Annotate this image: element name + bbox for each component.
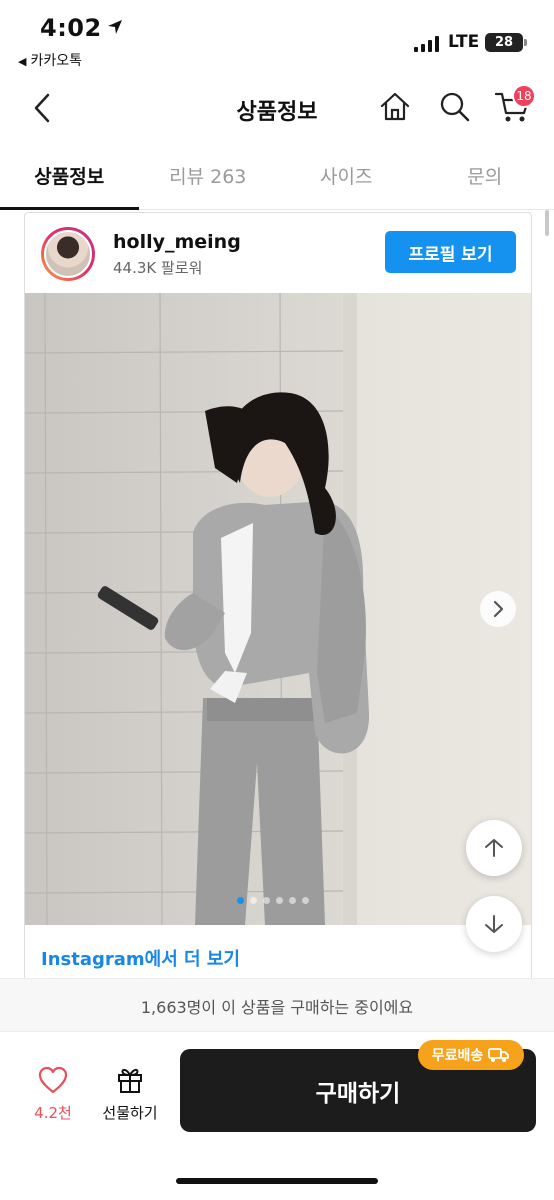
arrow-down-icon bbox=[485, 915, 503, 933]
view-profile-button[interactable]: 프로필 보기 bbox=[385, 231, 516, 273]
bottom-action-bar: 4.2천 선물하기 구매하기 무료배송 bbox=[0, 1032, 554, 1200]
app-header: 상품정보 bbox=[0, 80, 554, 136]
instagram-username[interactable]: holly_meing bbox=[113, 231, 241, 253]
free-shipping-label: 무료배송 bbox=[431, 1048, 484, 1064]
network-label: LTE bbox=[448, 32, 480, 52]
home-button[interactable] bbox=[378, 90, 412, 124]
location-arrow-icon bbox=[108, 20, 122, 34]
carousel-indicator bbox=[237, 897, 309, 904]
like-count: 4.2천 bbox=[34, 1104, 72, 1122]
view-more-on-instagram-link[interactable]: Instagram에서 더 보기 bbox=[41, 945, 240, 971]
signal-icon bbox=[414, 36, 439, 52]
carousel-next-button[interactable] bbox=[480, 591, 516, 627]
carousel-dot bbox=[302, 897, 309, 904]
cart-count-badge: 18 bbox=[512, 84, 536, 108]
heart-icon bbox=[38, 1066, 68, 1094]
battery-icon: 28 bbox=[485, 33, 523, 52]
home-indicator[interactable] bbox=[176, 1178, 378, 1184]
back-triangle-icon: ◀ bbox=[18, 55, 27, 68]
home-icon bbox=[380, 92, 410, 121]
tab-inquiry[interactable]: 문의 bbox=[416, 150, 554, 209]
delivery-truck-icon bbox=[488, 1048, 510, 1062]
instagram-followers: 44.3K 팔로워 bbox=[113, 259, 203, 277]
status-time: 4:02 bbox=[40, 14, 102, 42]
product-tabs: 상품정보 리뷰 263 사이즈 문의 bbox=[0, 150, 554, 210]
gift-label: 선물하기 bbox=[102, 1104, 158, 1122]
battery-nub bbox=[524, 39, 527, 46]
search-button[interactable] bbox=[438, 90, 472, 124]
carousel-dot bbox=[276, 897, 283, 904]
status-bar: 4:02 ◀ 카카오톡 LTE 28 bbox=[0, 0, 554, 80]
buyers-notice: 1,663명이 이 상품을 구매하는 중이에요 bbox=[0, 978, 554, 1032]
carousel-dot bbox=[263, 897, 270, 904]
product-photo[interactable] bbox=[25, 293, 531, 925]
back-to-app[interactable]: ◀ 카카오톡 bbox=[18, 50, 82, 70]
instagram-avatar[interactable] bbox=[41, 227, 95, 281]
tab-size[interactable]: 사이즈 bbox=[277, 150, 416, 209]
chevron-right-icon bbox=[493, 600, 504, 618]
model-photo-illustration bbox=[25, 293, 370, 925]
search-icon bbox=[440, 92, 470, 122]
like-button[interactable]: 4.2천 bbox=[28, 1066, 78, 1123]
tab-product-info[interactable]: 상품정보 bbox=[0, 150, 139, 210]
carousel-dot bbox=[250, 897, 257, 904]
free-shipping-badge: 무료배송 bbox=[418, 1040, 524, 1070]
tab-reviews[interactable]: 리뷰 263 bbox=[139, 150, 278, 209]
scroll-to-bottom-button[interactable] bbox=[466, 896, 522, 952]
arrow-up-icon bbox=[485, 839, 503, 857]
avatar-image bbox=[44, 230, 92, 278]
battery-level: 28 bbox=[494, 35, 514, 50]
gift-icon bbox=[118, 1068, 142, 1093]
back-app-label: 카카오톡 bbox=[30, 53, 82, 69]
carousel-dot bbox=[237, 897, 244, 904]
gift-button[interactable]: 선물하기 bbox=[96, 1064, 164, 1123]
page-scrollbar[interactable] bbox=[545, 210, 549, 236]
scroll-to-top-button[interactable] bbox=[466, 820, 522, 876]
carousel-dot bbox=[289, 897, 296, 904]
instagram-embed: holly_meing 44.3K 팔로워 프로필 보기 Instagram에서… bbox=[24, 212, 532, 982]
